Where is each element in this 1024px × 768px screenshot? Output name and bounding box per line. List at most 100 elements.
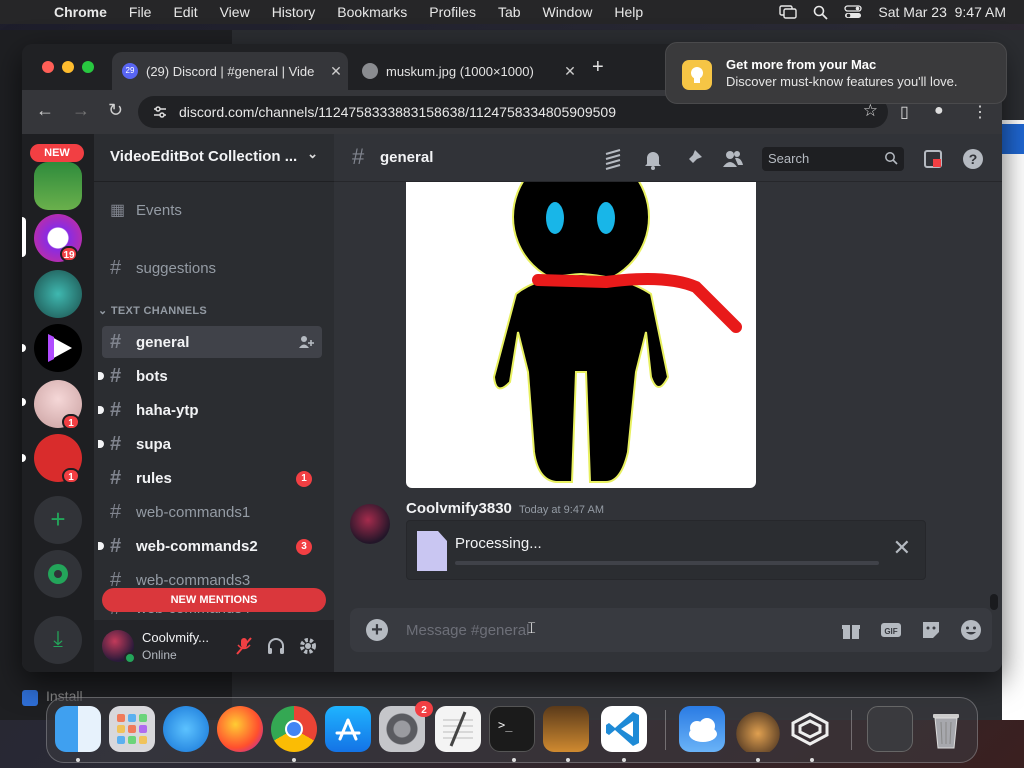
menu-view[interactable]: View: [220, 4, 250, 20]
textedit-icon[interactable]: [435, 706, 481, 752]
cancel-upload-icon[interactable]: ✕: [893, 535, 911, 561]
url-text[interactable]: discord.com/channels/1124758333883158638…: [179, 104, 616, 120]
channel-web-commands2[interactable]: # web-commands2 3: [98, 530, 322, 562]
scrollbar[interactable]: [990, 594, 998, 610]
attach-plus-icon[interactable]: +: [366, 619, 388, 641]
menu-file[interactable]: File: [129, 4, 152, 20]
close-tab-icon[interactable]: ✕: [558, 63, 582, 80]
menu-help[interactable]: Help: [614, 4, 643, 20]
events-item[interactable]: ▦ Events: [102, 194, 322, 226]
chrome-menu-icon[interactable]: ⋮: [972, 102, 988, 122]
play-logo-icon: [48, 334, 72, 362]
tab-discord[interactable]: 29 (29) Discord | #general | Vide ✕: [112, 52, 348, 90]
attached-image[interactable]: [406, 182, 756, 488]
menu-window[interactable]: Window: [543, 4, 593, 20]
spotlight-search-icon[interactable]: [813, 5, 829, 20]
new-tab-button[interactable]: +: [592, 56, 604, 79]
svg-text:?: ?: [969, 151, 978, 167]
menu-app-name[interactable]: Chrome: [54, 4, 107, 20]
virtualbox-icon[interactable]: [787, 706, 833, 752]
safari-icon[interactable]: [163, 706, 209, 752]
bookmark-star-icon[interactable]: ☆: [863, 101, 878, 121]
reload-icon[interactable]: ↻: [108, 100, 123, 121]
guild-icon-pool[interactable]: [34, 270, 82, 318]
control-center-icon[interactable]: [844, 5, 863, 19]
message-input[interactable]: Message #general: [406, 622, 529, 639]
username[interactable]: Coolvmify...: [142, 630, 209, 645]
gift-icon[interactable]: [840, 619, 862, 641]
channel-bots[interactable]: # bots: [98, 360, 322, 392]
explore-servers-icon[interactable]: [34, 550, 82, 598]
menu-history[interactable]: History: [272, 4, 316, 20]
category-text-channels[interactable]: ⌄ TEXT CHANNELS: [98, 304, 207, 317]
invite-member-icon[interactable]: [298, 335, 314, 349]
minimize-window-button[interactable]: [62, 61, 74, 73]
menu-profiles[interactable]: Profiles: [429, 4, 476, 20]
macos-notification[interactable]: Get more from your Mac Discover must-kno…: [665, 42, 1007, 104]
notification-bell-icon[interactable]: [642, 148, 664, 170]
headphones-icon[interactable]: [266, 636, 286, 656]
zoom-window-button[interactable]: [82, 61, 94, 73]
weather-icon[interactable]: [679, 706, 725, 752]
gif-icon[interactable]: GIF: [880, 619, 902, 641]
app-store-icon[interactable]: [325, 706, 371, 752]
channel-web-commands1[interactable]: # web-commands1: [102, 496, 322, 528]
close-window-button[interactable]: [42, 61, 54, 73]
screen-mirroring-icon[interactable]: [779, 5, 798, 19]
profile-icon[interactable]: ●: [934, 102, 944, 120]
chevron-down-icon: ⌄: [307, 146, 318, 161]
threads-icon[interactable]: [602, 148, 624, 170]
inbox-icon[interactable]: [922, 148, 944, 170]
new-mentions-button[interactable]: NEW MENTIONS: [102, 588, 326, 612]
message-composer[interactable]: + Message #general 𝙸 GIF: [350, 608, 992, 652]
settings-gear-icon[interactable]: [298, 636, 318, 656]
emoji-icon[interactable]: [960, 619, 982, 641]
hash-icon: #: [110, 364, 122, 387]
macos-dock: 2 >_: [46, 697, 978, 763]
trash-icon[interactable]: [923, 706, 969, 752]
tab-muskum[interactable]: muskum.jpg (1000×1000) ✕: [352, 52, 582, 90]
site-info-icon[interactable]: [152, 104, 168, 120]
avatar[interactable]: [350, 504, 390, 544]
close-tab-icon[interactable]: ✕: [324, 63, 348, 80]
guild-icon-new[interactable]: [34, 162, 82, 210]
garageband-icon[interactable]: [543, 706, 589, 752]
menu-tab[interactable]: Tab: [498, 4, 521, 20]
search-input[interactable]: Search: [762, 147, 904, 171]
firefox-icon[interactable]: [217, 706, 263, 752]
pinned-messages-icon[interactable]: [682, 148, 704, 170]
launchpad-icon[interactable]: [109, 706, 155, 752]
menu-edit[interactable]: Edit: [173, 4, 197, 20]
menu-bookmarks[interactable]: Bookmarks: [337, 4, 407, 20]
chrome-icon[interactable]: [271, 706, 317, 752]
channel-name: general: [136, 333, 190, 351]
add-server-icon[interactable]: +: [34, 496, 82, 544]
finder-icon[interactable]: [55, 706, 101, 752]
side-panel-icon[interactable]: ▯: [900, 102, 909, 122]
screenshot-folder-icon[interactable]: [867, 706, 913, 752]
file-icon: [417, 531, 447, 571]
terminal-icon[interactable]: >_: [489, 706, 535, 752]
help-icon[interactable]: ?: [962, 148, 984, 170]
running-indicator: [810, 758, 814, 762]
channel-haha-ytp[interactable]: # haha-ytp: [98, 394, 322, 426]
menubar-clock[interactable]: Sat Mar 23 9:47 AM: [878, 4, 1006, 20]
forward-arrow-icon[interactable]: →: [72, 100, 90, 121]
hash-icon: #: [110, 256, 122, 279]
guild-unread-indicator: [22, 344, 26, 352]
channel-suggestions[interactable]: # suggestions: [102, 252, 322, 284]
channel-general[interactable]: # general: [102, 326, 322, 358]
back-arrow-icon[interactable]: ←: [36, 100, 54, 121]
channel-supa[interactable]: # supa: [98, 428, 322, 460]
message-author[interactable]: Coolvmify3830: [406, 500, 512, 517]
download-apps-icon[interactable]: ⤓: [34, 616, 82, 664]
vscode-icon[interactable]: [601, 706, 647, 752]
member-list-icon[interactable]: [722, 148, 744, 170]
mute-mic-icon[interactable]: [234, 636, 254, 656]
guild-icon-play[interactable]: [34, 324, 82, 372]
sticker-icon[interactable]: [920, 619, 942, 641]
server-header[interactable]: VideoEditBot Collection ... ⌄: [94, 134, 334, 182]
preview-icon[interactable]: [735, 706, 781, 752]
channel-rules[interactable]: # rules 1: [102, 462, 322, 494]
message-timestamp: Today at 9:47 AM: [519, 504, 604, 516]
